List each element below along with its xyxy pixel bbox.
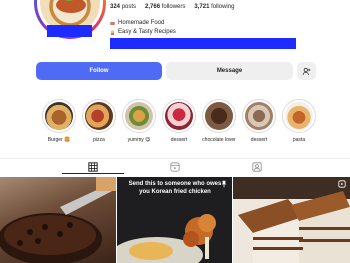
grid-icon[interactable]	[88, 162, 98, 172]
highlight-ring	[202, 99, 236, 133]
highlight-item[interactable]: Burger 🍔	[39, 99, 79, 143]
profile-bio: Homemade Food Easy & Tasty Recipes	[110, 19, 176, 37]
highlight-ring	[42, 99, 76, 133]
highlight-label: yummy 😋	[127, 137, 151, 143]
bio-line-2: Easy & Tasty Recipes	[118, 29, 176, 35]
profile-stats: 324 posts 2,766 followers 3,721 followin…	[110, 4, 234, 10]
following-count: 3,721	[194, 4, 210, 10]
post-tile[interactable]	[233, 177, 350, 263]
highlight-label: dessert	[250, 137, 268, 143]
following-stat[interactable]: 3,721 following	[194, 4, 234, 10]
highlight-ring	[82, 99, 116, 133]
followers-count: 2,766	[145, 4, 161, 10]
highlight-thumbnail	[85, 102, 113, 130]
posts-count: 324	[110, 4, 121, 10]
redacted-name-bar	[47, 25, 92, 37]
highlight-label: Burger 🍔	[47, 137, 71, 143]
highlight-item[interactable]: chocolate lover	[199, 99, 239, 143]
reels-icon[interactable]	[170, 162, 180, 172]
highlight-thumbnail	[205, 102, 233, 130]
pinned-icon	[221, 180, 227, 188]
post-tile[interactable]: Send this to someone who owes you Korean…	[117, 177, 232, 263]
avatar-food-shape	[56, 0, 86, 13]
followers-label: followers	[161, 4, 186, 10]
highlight-item[interactable]: dessert	[159, 99, 199, 143]
add-user-button[interactable]	[297, 62, 316, 80]
posts-label: posts	[121, 4, 137, 10]
highlight-thumbnail	[45, 102, 73, 130]
bio-line: Homemade Food	[110, 19, 176, 28]
highlight-thumbnail	[165, 102, 193, 130]
follow-button[interactable]: Follow	[36, 62, 162, 80]
reel-badge-icon	[338, 180, 346, 188]
story-highlights: Burger 🍔 pizza yummy 😋 dessert chocolate…	[0, 99, 350, 149]
profile-tabs	[0, 158, 350, 176]
highlight-label: chocolate lover	[202, 137, 236, 143]
highlight-item[interactable]: yummy 😋	[119, 99, 159, 143]
following-label: following	[211, 4, 235, 10]
highlight-ring	[122, 99, 156, 133]
chocolate-cake-image	[0, 177, 116, 263]
highlight-thumbnail	[245, 102, 273, 130]
highlight-ring	[242, 99, 276, 133]
highlight-label: pasta	[292, 137, 306, 143]
bio-line: Easy & Tasty Recipes	[110, 28, 176, 37]
add-user-icon	[302, 67, 311, 75]
post-caption-overlay: Send this to someone who owes you Korean…	[128, 181, 222, 195]
redacted-link-bar[interactable]	[110, 38, 296, 49]
highlight-item[interactable]: dessert	[239, 99, 279, 143]
highlight-label: pizza	[93, 137, 105, 143]
active-tab-indicator	[62, 173, 124, 174]
cook-emoji-icon	[111, 30, 114, 35]
highlight-ring	[162, 99, 196, 133]
posts-stat[interactable]: 324 posts	[110, 4, 136, 10]
bio-line-1: Homemade Food	[118, 20, 165, 26]
highlight-ring	[282, 99, 316, 133]
posts-grid: Send this to someone who owes you Korean…	[0, 177, 350, 263]
highlight-thumbnail	[285, 102, 313, 130]
chocolate-dessert-squares-image	[233, 177, 350, 263]
highlight-item[interactable]: pasta	[279, 99, 319, 143]
post-tile[interactable]	[0, 177, 116, 263]
highlight-thumbnail	[125, 102, 153, 130]
followers-stat[interactable]: 2,766 followers	[145, 4, 185, 10]
highlight-item[interactable]: pizza	[79, 99, 119, 143]
plate-emoji-icon	[110, 22, 115, 25]
tagged-icon[interactable]	[252, 162, 262, 172]
message-button[interactable]: Message	[166, 62, 293, 80]
highlight-label: dessert	[170, 137, 188, 143]
